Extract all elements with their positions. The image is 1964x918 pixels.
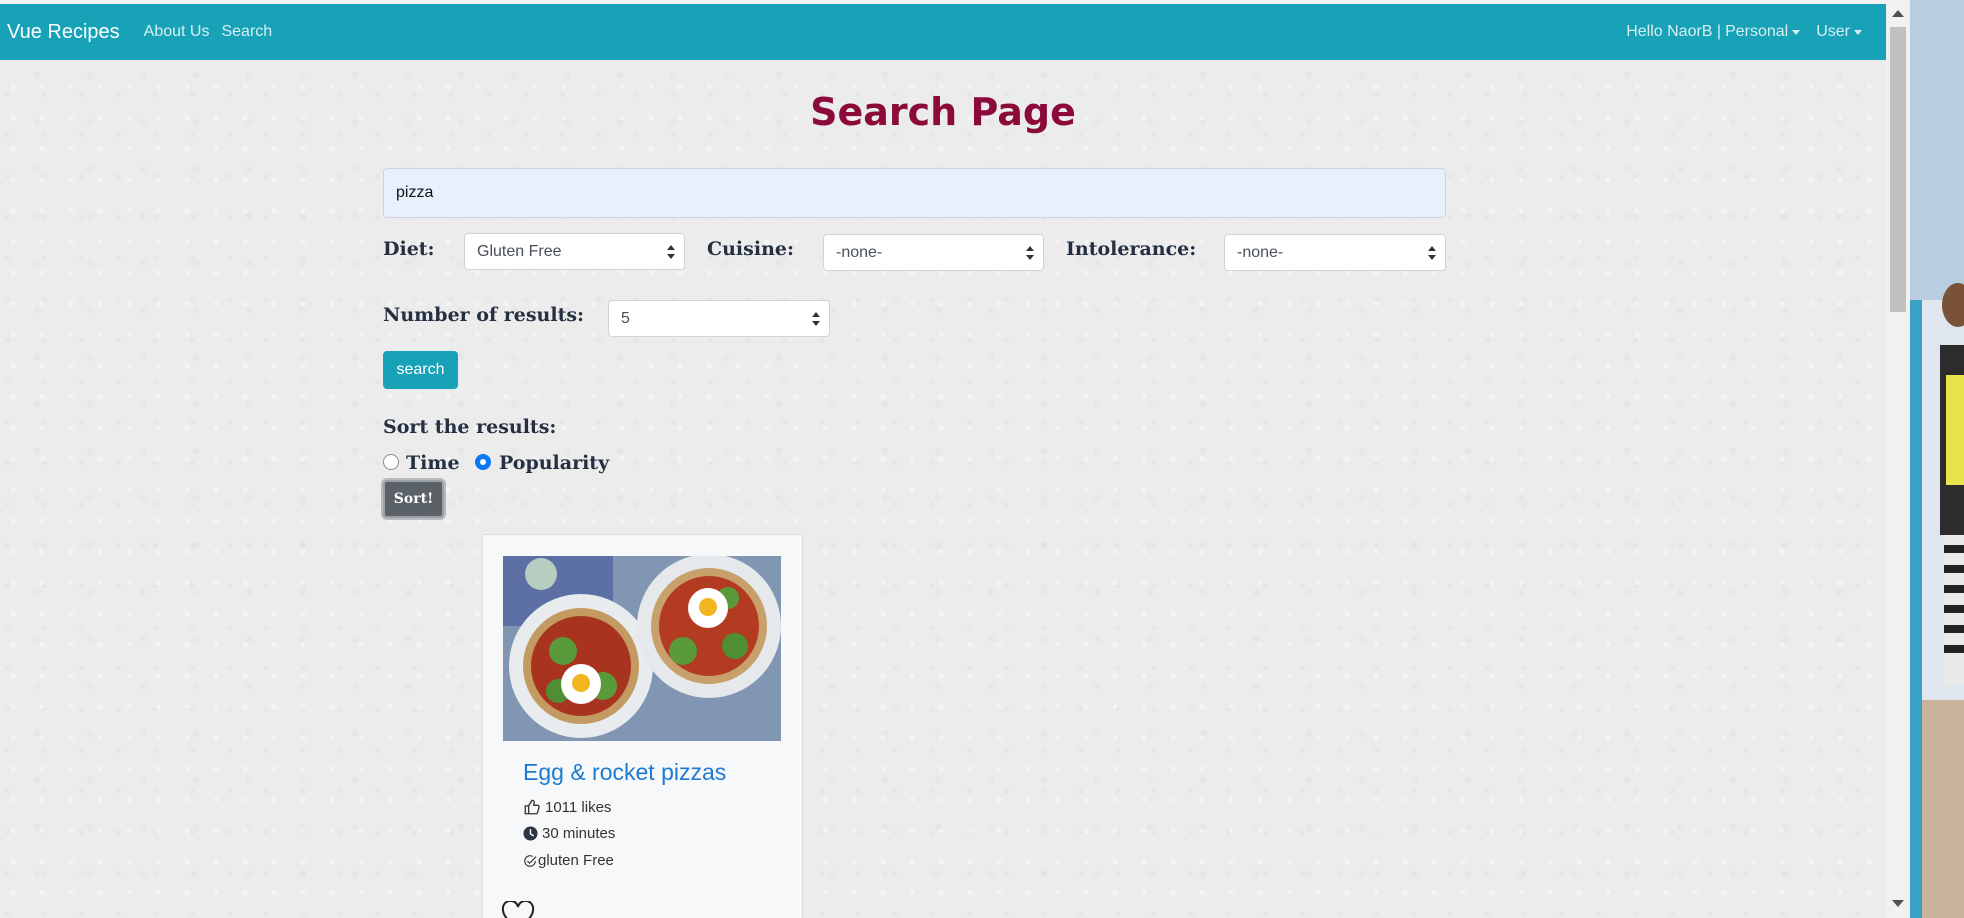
personal-dropdown[interactable]: Personal — [1725, 23, 1801, 41]
select-arrows-icon — [667, 245, 675, 259]
sort-time-radio[interactable] — [383, 454, 399, 470]
intolerance-select[interactable]: -none- — [1224, 234, 1446, 271]
recipe-likes-text: 1011 likes — [545, 798, 612, 816]
recipe-time: 30 minutes — [523, 825, 615, 842]
sort-popularity-radio[interactable] — [475, 454, 491, 470]
results-count-value: 5 — [621, 310, 630, 327]
user-greeting: Hello NaorB | — [1626, 23, 1722, 40]
brand-link[interactable]: Vue Recipes — [7, 21, 120, 44]
cuisine-select[interactable]: -none- — [823, 234, 1044, 271]
recipe-image[interactable] — [503, 556, 781, 741]
personal-dropdown-label: Personal — [1725, 23, 1789, 40]
navbar-user-area: Hello NaorB | Personal User — [1610, 4, 1862, 60]
nav-link-about-us[interactable]: About Us — [144, 23, 210, 41]
search-button[interactable]: search — [383, 351, 458, 389]
results-count-label: Number of results: — [383, 304, 585, 326]
user-dropdown[interactable]: User — [1816, 23, 1862, 41]
navbar: Vue Recipes About Us Search Hello NaorB … — [0, 4, 1886, 60]
diet-select-value: Gluten Free — [477, 243, 562, 260]
background-photo-edge — [1910, 0, 1964, 918]
scroll-up-arrow-icon[interactable] — [1892, 10, 1904, 17]
search-input[interactable]: pizza — [383, 168, 1446, 218]
sort-button[interactable]: Sort! — [383, 480, 444, 518]
recipe-diet-text: gluten Free — [538, 852, 614, 869]
page-title: Search Page — [810, 90, 1076, 134]
select-arrows-icon — [1026, 246, 1034, 260]
page: Vue Recipes About Us Search Hello NaorB … — [0, 0, 1886, 918]
scrollbar-thumb[interactable] — [1890, 27, 1906, 312]
intolerance-label: Intolerance: — [1066, 238, 1197, 260]
sort-time-label[interactable]: Time — [406, 452, 460, 474]
thumbs-up-icon — [524, 799, 540, 815]
check-circle-icon — [524, 854, 537, 867]
pizza-photo-icon — [503, 556, 781, 741]
heart-icon[interactable] — [501, 901, 535, 918]
results-count-select[interactable]: 5 — [608, 300, 830, 337]
recipe-title-link[interactable]: Egg & rocket pizzas — [523, 759, 726, 786]
clock-icon — [523, 826, 538, 841]
recipe-diet: gluten Free — [523, 852, 614, 869]
chevron-down-icon — [1854, 29, 1862, 35]
select-arrows-icon — [812, 312, 820, 326]
background-photo-icon — [1910, 0, 1964, 918]
page-scrollbar[interactable] — [1886, 0, 1910, 918]
intolerance-select-value: -none- — [1237, 244, 1284, 261]
nav-link-search[interactable]: Search — [221, 23, 272, 41]
sort-popularity-label[interactable]: Popularity — [499, 452, 609, 474]
scroll-down-arrow-icon[interactable] — [1892, 900, 1904, 907]
diet-label: Diet: — [383, 238, 435, 260]
diet-select[interactable]: Gluten Free — [464, 233, 685, 270]
cuisine-select-value: -none- — [836, 244, 883, 261]
sort-label: Sort the results: — [383, 416, 557, 438]
chevron-down-icon — [1792, 29, 1801, 35]
recipe-card[interactable]: Egg & rocket pizzas 1011 likes 30 minute… — [482, 534, 803, 918]
recipe-likes: 1011 likes — [523, 798, 611, 816]
recipe-time-text: 30 minutes — [542, 825, 616, 842]
user-dropdown-label: User — [1816, 23, 1850, 40]
select-arrows-icon — [1428, 246, 1436, 260]
cuisine-label: Cuisine: — [707, 238, 794, 260]
